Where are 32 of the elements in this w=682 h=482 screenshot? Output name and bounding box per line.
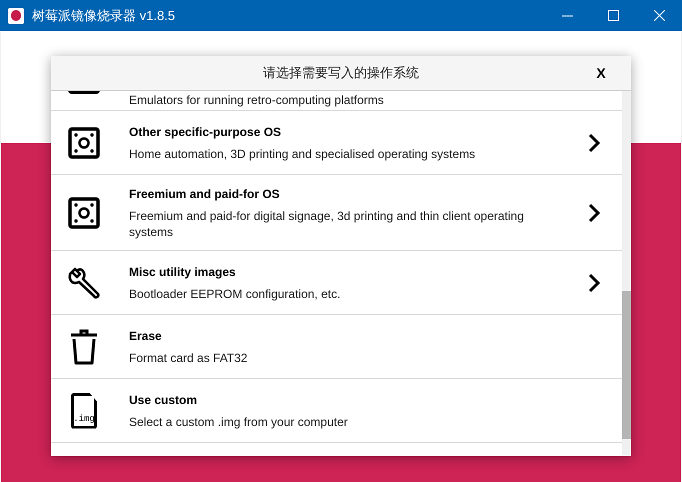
os-list-item[interactable]: Misc utility images Bootloader EEPROM configuration, etc. (51, 251, 622, 315)
os-description: Select a custom .img from your computer (129, 414, 349, 430)
os-list-item[interactable]: Emulators for running retro-computing platforms (51, 91, 622, 111)
os-list-item[interactable]: Other specific-purpose OS Home automation, 3D printing and specialised operating systems (51, 111, 622, 175)
os-name: Freemium and paid-for OS (129, 186, 281, 203)
close-button[interactable]: X (571, 62, 631, 84)
window-title: 树莓派镜像烧录器 v1.8.5 (32, 6, 176, 25)
maximize-icon (608, 10, 618, 21)
close-icon (654, 10, 664, 21)
os-description: Freemium and paid-for digital signage, 3d printing and thin client operating systems (129, 208, 525, 240)
os-name: Use custom (129, 392, 198, 409)
board-icon (68, 196, 100, 228)
scrollbar-thumb[interactable] (622, 291, 631, 439)
os-name: Other specific-purpose OS (129, 124, 282, 141)
os-description: Bootloader EEPROM configuration, etc. (129, 286, 342, 302)
chevron-right-icon (588, 272, 600, 292)
os-description: Format card as FAT32 (129, 350, 248, 366)
os-list-item[interactable]: Freemium and paid-for OS Freemium and paid-for digital signage, 3d printing and thin client operating systems (51, 175, 622, 251)
os-list-item[interactable]: .img Use custom Select a custom .img from your computer (51, 379, 622, 443)
app-logo-icon (8, 8, 24, 24)
os-list-item[interactable]: Erase Format card as FAT32 (51, 315, 622, 379)
wrench-icon (66, 264, 102, 300)
os-description: Emulators for running retro-computing platforms (129, 92, 385, 108)
os-name: Misc utility images (129, 264, 237, 281)
board-icon (68, 126, 100, 158)
os-description: Home automation, 3D printing and specialised operating systems (129, 146, 476, 162)
os-name: Erase (129, 328, 163, 345)
chevron-right-icon (588, 132, 600, 152)
image-file-icon: .img (71, 392, 97, 428)
dialog-title: 请选择需要写入的操作系统 (262, 64, 420, 82)
chevron-right-icon (588, 202, 600, 222)
trash-icon (70, 328, 98, 364)
